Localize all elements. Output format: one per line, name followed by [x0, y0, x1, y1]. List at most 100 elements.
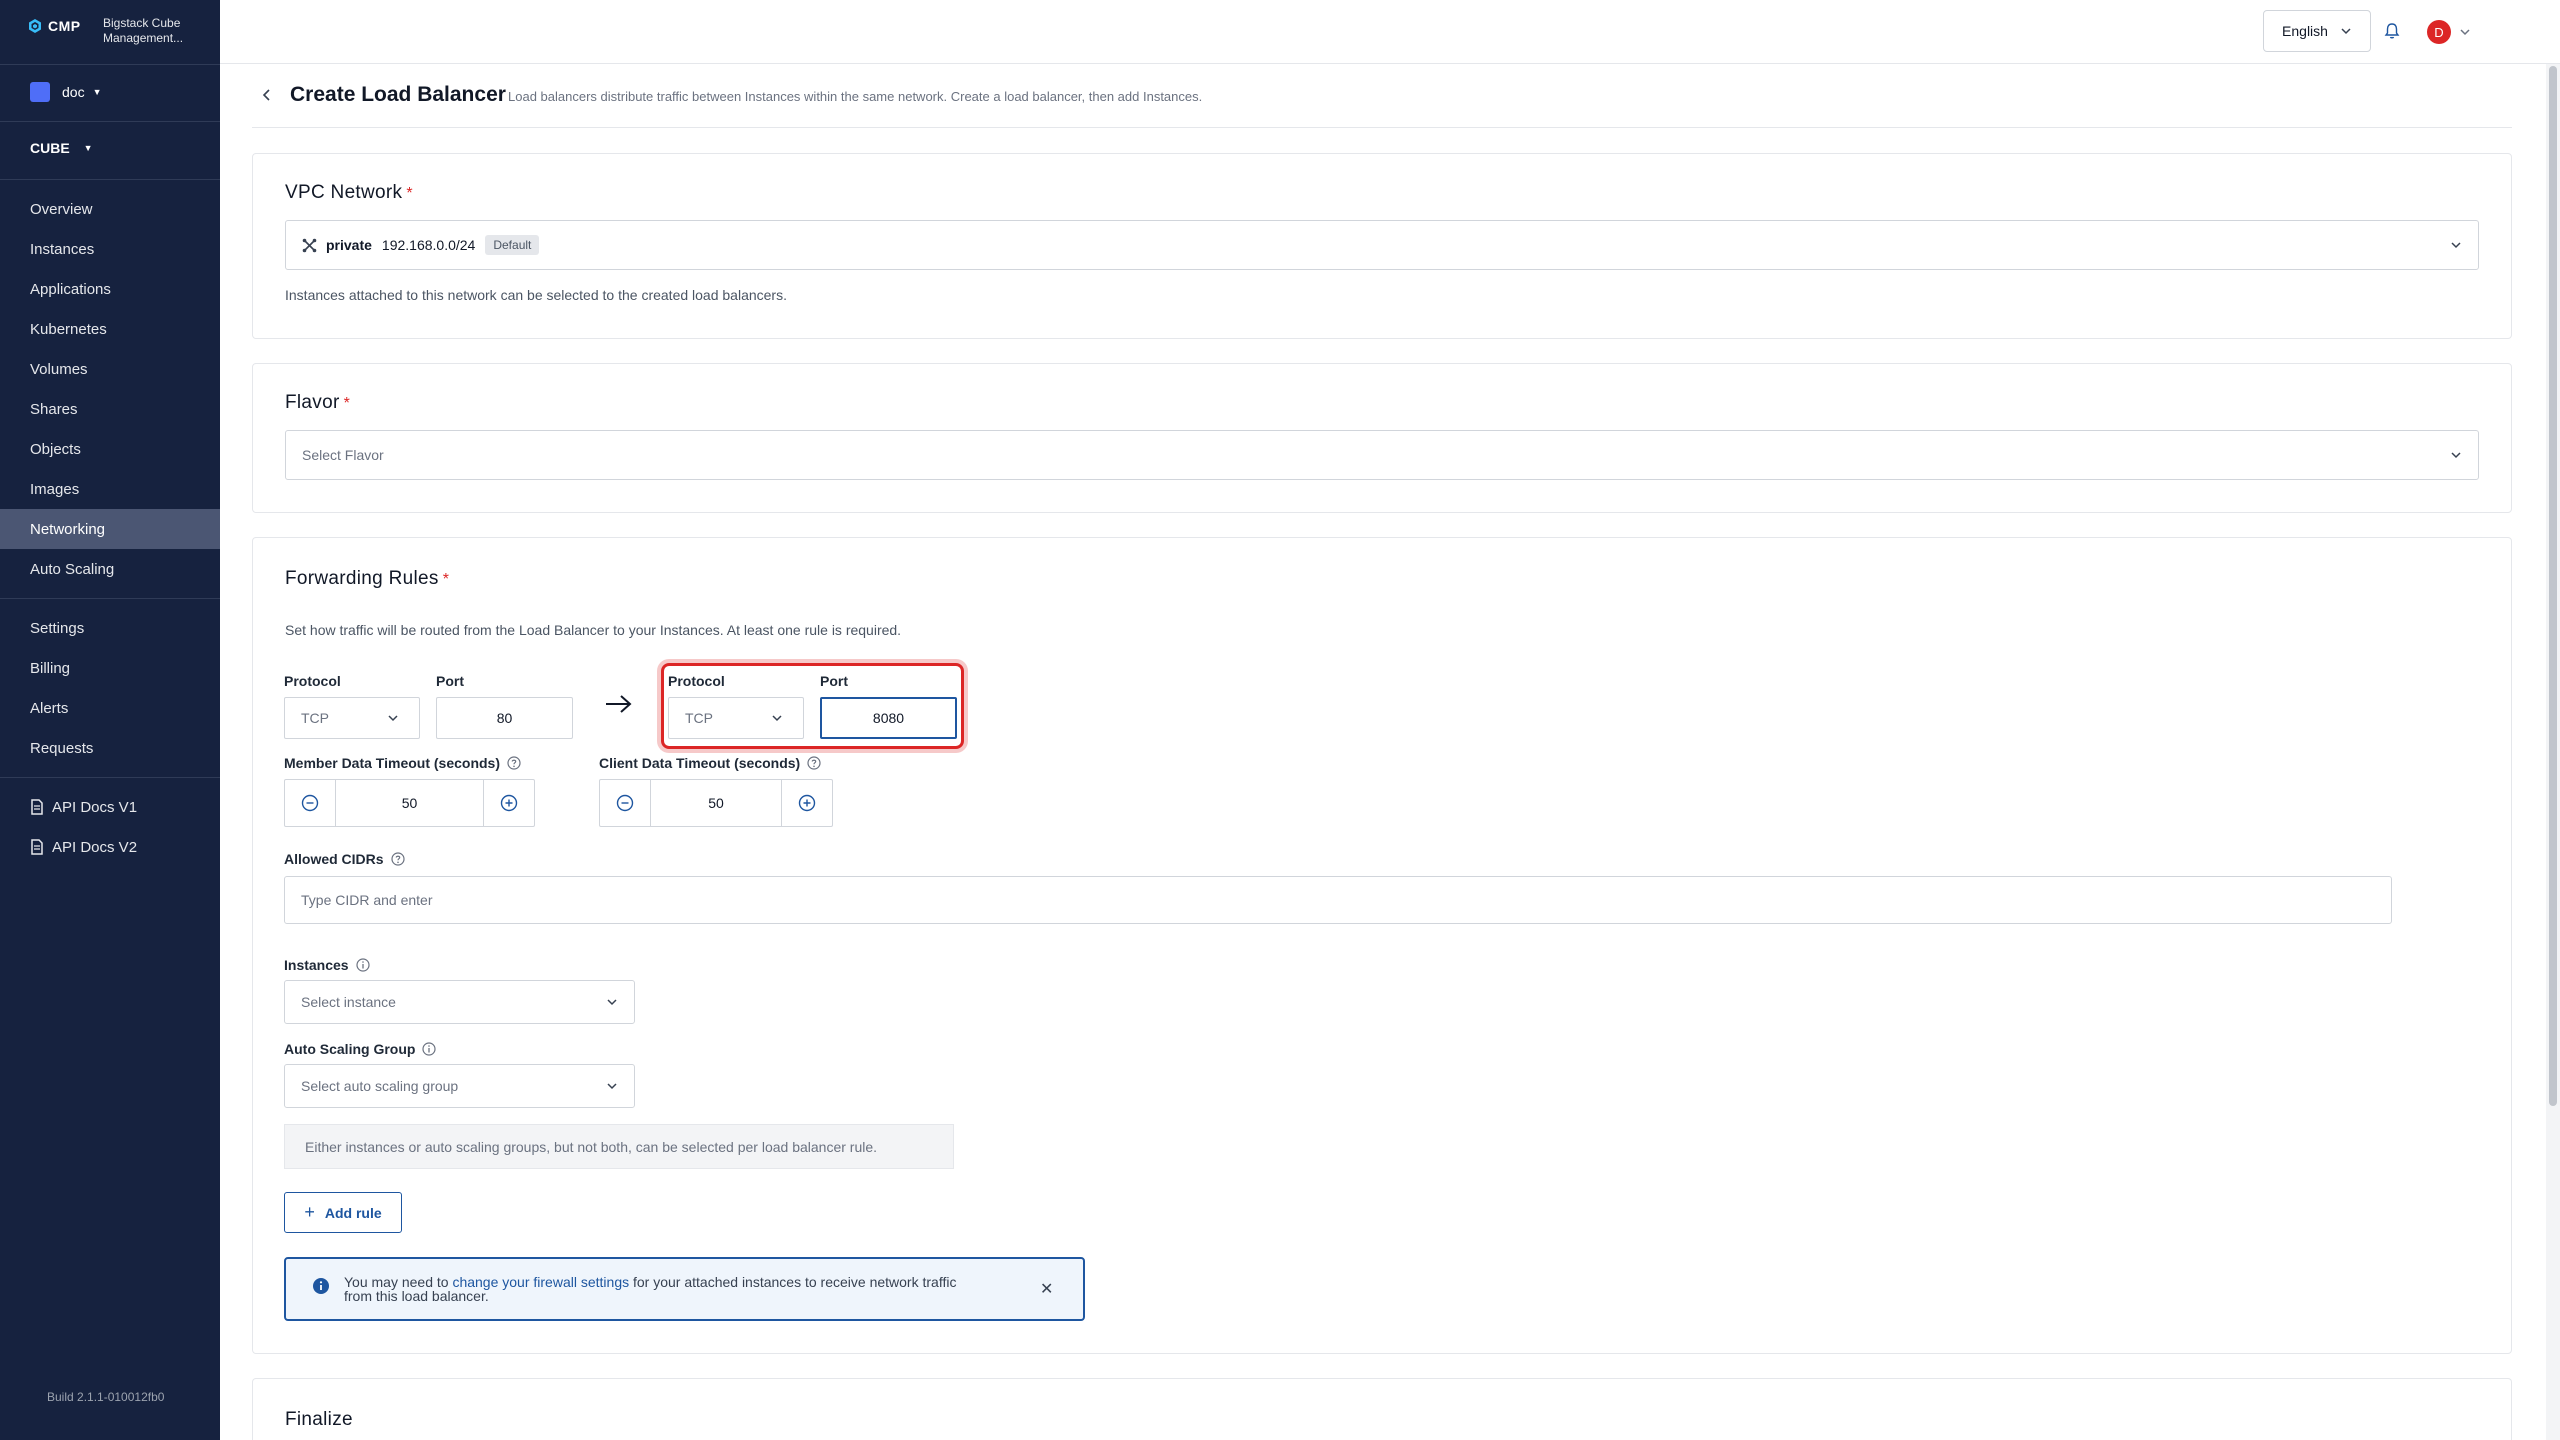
- flavor-placeholder: Select Flavor: [302, 447, 384, 463]
- source-port-label: Port: [436, 673, 464, 689]
- document-icon: [31, 799, 43, 815]
- allowed-cidrs-input[interactable]: Type CIDR and enter: [284, 876, 2392, 924]
- client-timeout-value[interactable]: 50: [650, 780, 782, 826]
- sidebar-item-api-docs-v2[interactable]: API Docs V2: [0, 827, 220, 867]
- add-rule-button[interactable]: + Add rule: [284, 1192, 402, 1233]
- brand-description: Bigstack Cube Management...: [103, 16, 184, 45]
- sidebar-item-auto-scaling[interactable]: Auto Scaling: [0, 549, 220, 589]
- project-avatar: [30, 82, 50, 102]
- member-timeout-value[interactable]: 50: [335, 780, 484, 826]
- sidebar-item-shares[interactable]: Shares: [0, 389, 220, 429]
- card-title: Forwarding Rules *: [285, 568, 449, 590]
- target-port-input[interactable]: 8080: [820, 697, 957, 739]
- minus-circle-icon: [616, 794, 634, 812]
- document-icon: [31, 839, 43, 855]
- chevron-down-icon: [388, 715, 398, 722]
- instances-placeholder: Select instance: [301, 994, 396, 1010]
- network-icon: [302, 238, 317, 252]
- chevron-down-icon[interactable]: [2459, 26, 2471, 38]
- language-selector[interactable]: English: [2263, 10, 2371, 52]
- source-port-input[interactable]: 80: [436, 697, 573, 739]
- region-name: CUBE: [30, 140, 70, 156]
- sidebar-item-networking[interactable]: Networking: [0, 509, 220, 549]
- increment-button[interactable]: [782, 780, 832, 826]
- help-circle-icon[interactable]: [507, 756, 521, 770]
- forwarding-rules-card: Forwarding Rules * Set how traffic will b…: [252, 537, 2512, 1354]
- plus-circle-icon: [500, 794, 518, 812]
- target-protocol-select[interactable]: TCP: [668, 697, 804, 739]
- chevron-down-icon: [607, 999, 617, 1006]
- cidr-placeholder: Type CIDR and enter: [301, 892, 433, 908]
- add-rule-label: Add rule: [324, 1204, 382, 1221]
- sidebar-item-kubernetes[interactable]: Kubernetes: [0, 309, 220, 349]
- forwarding-description: Set how traffic will be routed from the …: [285, 622, 902, 638]
- asg-select[interactable]: Select auto scaling group: [284, 1064, 635, 1108]
- arrow-right-icon: [606, 695, 632, 713]
- vpc-network-select[interactable]: private 192.168.0.0/24 Default: [285, 220, 2479, 270]
- sidebar-item-objects[interactable]: Objects: [0, 429, 220, 469]
- sidebar-item-api-docs-v1[interactable]: API Docs V1: [0, 787, 220, 827]
- sidebar-item-alerts[interactable]: Alerts: [0, 688, 220, 728]
- target-port-label: Port: [820, 673, 848, 689]
- finalize-title: Finalize: [285, 1409, 353, 1430]
- member-timeout-label: Member Data Timeout (seconds): [284, 755, 521, 771]
- sidebar-item-billing[interactable]: Billing: [0, 648, 220, 688]
- build-version: Build 2.1.1-010012fb0: [47, 1390, 165, 1404]
- brand[interactable]: CMP: [28, 18, 81, 34]
- asg-label: Auto Scaling Group: [284, 1041, 437, 1057]
- language-label: English: [2282, 23, 2328, 39]
- project-name: doc: [62, 84, 85, 100]
- brand-name: CMP: [48, 18, 81, 34]
- sidebar-item-label: API Docs V2: [52, 838, 138, 856]
- decrement-button[interactable]: [285, 780, 335, 826]
- required-marker: *: [406, 185, 413, 202]
- caret-down-icon: ▼: [83, 143, 93, 153]
- member-timeout-text: Member Data Timeout (seconds): [284, 755, 501, 771]
- back-arrow-icon[interactable]: [260, 86, 274, 104]
- sidebar-divider: [0, 64, 220, 65]
- card-title: VPC Network *: [285, 182, 413, 204]
- bell-icon[interactable]: [2382, 21, 2402, 41]
- close-icon[interactable]: ✕: [1040, 1279, 1053, 1299]
- help-circle-icon[interactable]: [807, 756, 821, 770]
- member-timeout-stepper: 50: [284, 779, 535, 827]
- info-circle-icon[interactable]: [422, 1042, 437, 1056]
- info-circle-icon[interactable]: [355, 958, 370, 972]
- source-protocol-label: Protocol: [284, 673, 341, 689]
- sidebar-item-instances[interactable]: Instances: [0, 229, 220, 269]
- region-selector[interactable]: CUBE ▼: [30, 140, 93, 156]
- asg-placeholder: Select auto scaling group: [301, 1078, 459, 1094]
- scrollbar-thumb[interactable]: [2549, 66, 2557, 1106]
- instances-select[interactable]: Select instance: [284, 980, 635, 1024]
- sidebar-item-settings[interactable]: Settings: [0, 608, 220, 648]
- sidebar-item-volumes[interactable]: Volumes: [0, 349, 220, 389]
- project-selector[interactable]: doc ▼: [30, 82, 102, 102]
- instances-text: Instances: [284, 957, 349, 973]
- decrement-button[interactable]: [600, 780, 650, 826]
- sidebar-divider: [0, 598, 220, 599]
- sidebar-item-applications[interactable]: Applications: [0, 269, 220, 309]
- sidebar-divider: [0, 777, 220, 778]
- allowed-cidrs-label: Allowed CIDRs: [284, 851, 405, 867]
- user-avatar[interactable]: D: [2427, 20, 2451, 44]
- asg-text: Auto Scaling Group: [284, 1041, 416, 1057]
- chevron-down-icon: [2341, 28, 2351, 35]
- chevron-down-icon: [2451, 242, 2461, 249]
- page-title: Create Load Balancer: [290, 83, 506, 106]
- required-marker: *: [442, 571, 450, 588]
- sidebar-item-overview[interactable]: Overview: [0, 189, 220, 229]
- chevron-down-icon: [772, 715, 782, 722]
- vpc-title: VPC Network: [285, 182, 403, 203]
- cube-logo-icon: [29, 19, 41, 33]
- source-protocol-select[interactable]: TCP: [284, 697, 420, 739]
- sidebar-item-images[interactable]: Images: [0, 469, 220, 509]
- topbar: [220, 0, 2560, 64]
- help-circle-icon[interactable]: [390, 852, 405, 866]
- flavor-card: Flavor * Select Flavor: [252, 363, 2512, 513]
- network-cidr: 192.168.0.0/24: [381, 237, 476, 253]
- sidebar-item-requests[interactable]: Requests: [0, 728, 220, 768]
- client-timeout-stepper: 50: [599, 779, 833, 827]
- finalize-card: Finalize: [252, 1378, 2512, 1440]
- flavor-select[interactable]: Select Flavor: [285, 430, 2479, 480]
- increment-button[interactable]: [484, 780, 534, 826]
